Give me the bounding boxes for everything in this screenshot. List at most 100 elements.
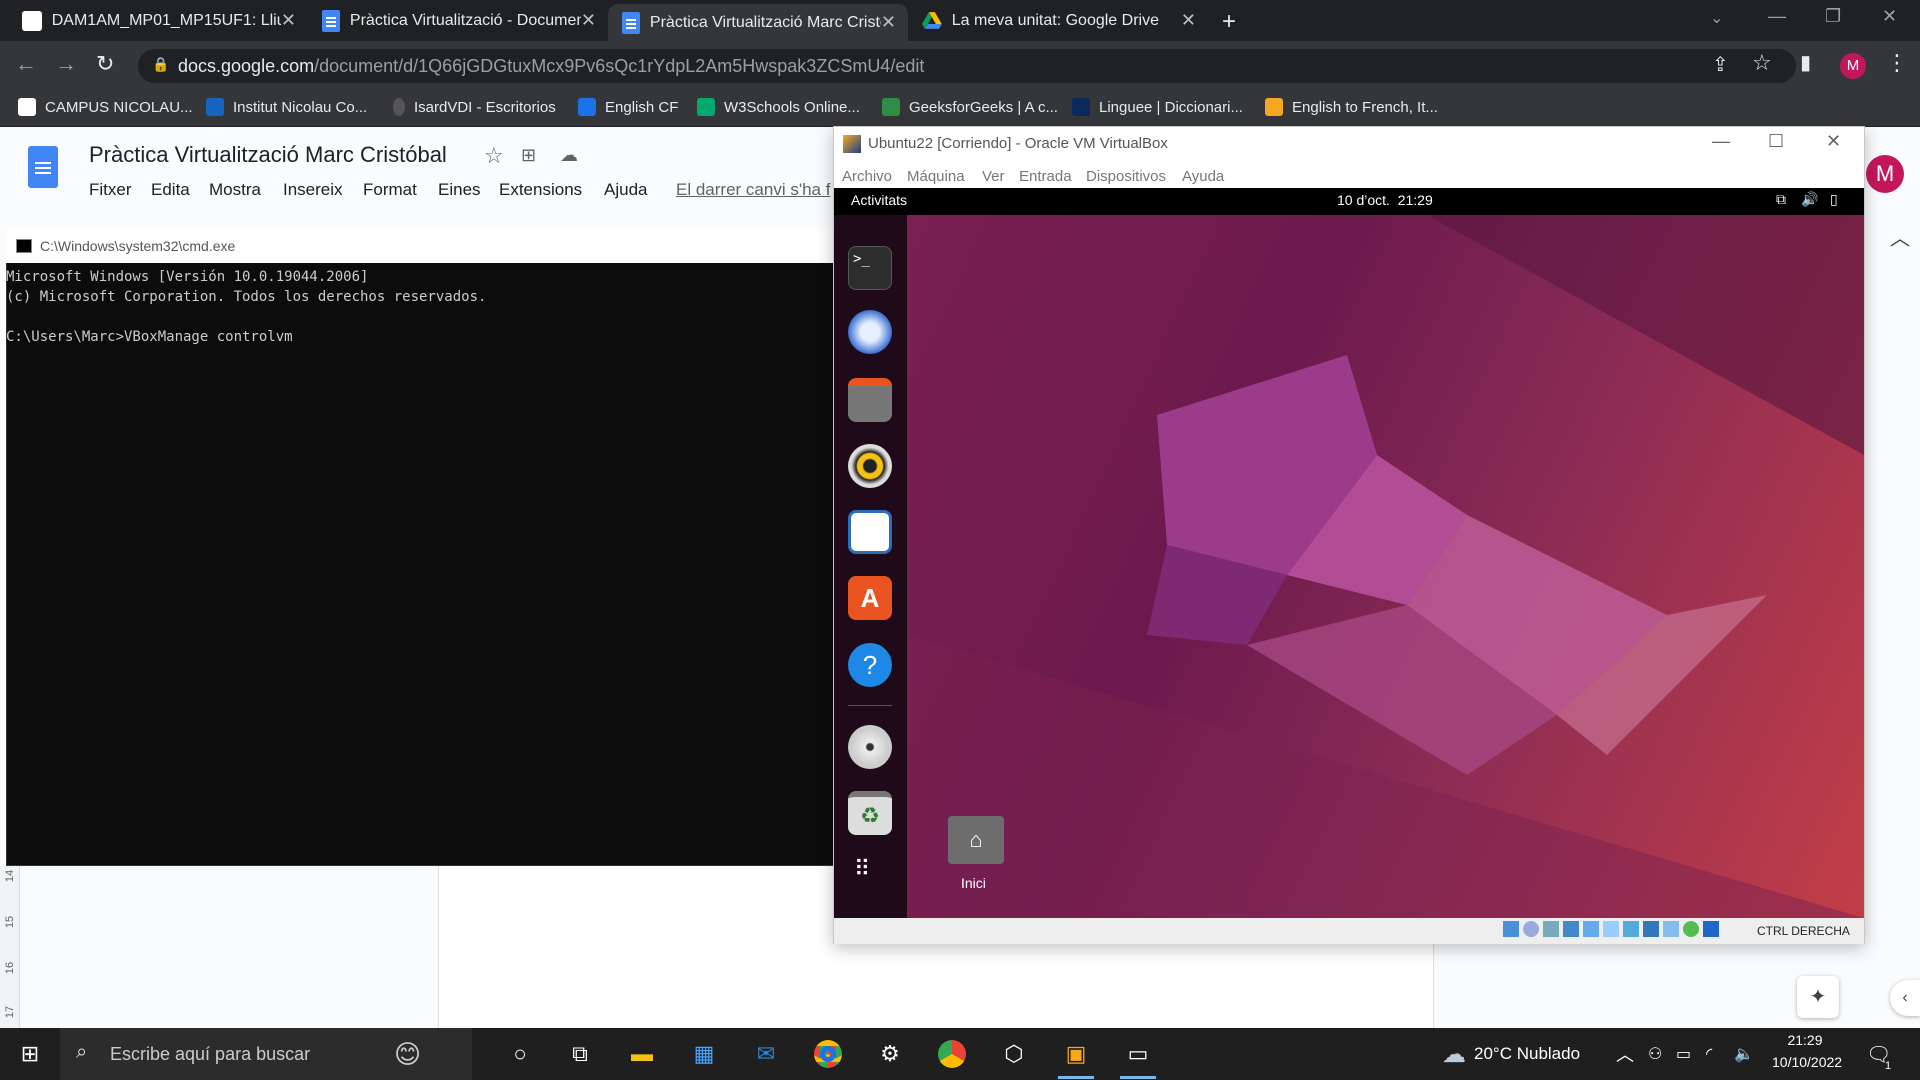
- menu-eines[interactable]: Eines: [438, 180, 481, 200]
- audio-icon[interactable]: [1543, 921, 1559, 937]
- close-icon[interactable]: ✕: [581, 10, 596, 31]
- dvd-drive-icon[interactable]: [848, 725, 892, 769]
- menu-extensions[interactable]: Extensions: [499, 180, 582, 200]
- side-panel-icon[interactable]: ▮: [1800, 50, 1811, 75]
- chrome-profile-icon[interactable]: [934, 1036, 970, 1072]
- network-icon[interactable]: ⧉: [1776, 191, 1786, 208]
- cmd-title-bar[interactable]: C:\Windows\system32\cmd.exe: [6, 229, 834, 263]
- windows-start-icon[interactable]: ⊞: [12, 1036, 48, 1072]
- tab-drive[interactable]: La meva unitat: Google Drive ✕: [908, 0, 1208, 41]
- close-icon[interactable]: ✕: [281, 10, 296, 31]
- activities-button[interactable]: Activitats: [851, 192, 907, 208]
- mail-icon[interactable]: ✉: [748, 1036, 784, 1072]
- profile-avatar[interactable]: M: [1840, 53, 1866, 79]
- side-panel-toggle-icon[interactable]: ‹: [1890, 980, 1920, 1016]
- vbox-menu-ver[interactable]: Ver: [982, 168, 1005, 185]
- move-folder-icon[interactable]: ⊞: [521, 145, 536, 166]
- bookmark-campus[interactable]: CAMPUS NICOLAU...: [18, 89, 193, 125]
- steam-icon[interactable]: ⚙: [872, 1036, 908, 1072]
- close-icon[interactable]: ✕: [881, 12, 896, 33]
- ubuntu-desktop[interactable]: [907, 215, 1864, 918]
- close-icon[interactable]: ✕: [1181, 10, 1196, 31]
- minimize-icon[interactable]: —: [1768, 6, 1786, 27]
- files-icon[interactable]: [848, 378, 892, 422]
- vbox-menu-archivo[interactable]: Archivo: [842, 168, 892, 185]
- guest-additions-icon[interactable]: [1683, 921, 1699, 937]
- bookmark-reverso[interactable]: English to French, It...: [1265, 89, 1438, 125]
- virtualbox-vm-taskbar-icon[interactable]: ▣: [1058, 1036, 1094, 1072]
- volume-icon[interactable]: 🔊: [1801, 191, 1818, 208]
- tab-search-icon[interactable]: ⌄: [1710, 8, 1723, 28]
- menu-edita[interactable]: Edita: [151, 180, 190, 200]
- collapse-icon[interactable]: ︿: [1890, 222, 1910, 251]
- vbox-device-icons[interactable]: [1503, 921, 1719, 937]
- last-edit-link[interactable]: El darrer canvi s'ha f: [676, 180, 832, 200]
- restore-icon[interactable]: ❐: [1825, 6, 1841, 27]
- vbox-close-icon[interactable]: ✕: [1826, 131, 1841, 152]
- battery-tray-icon[interactable]: ▭: [1676, 1028, 1691, 1080]
- address-bar[interactable]: 🔒 docs.google.com/document/d/1Q66jGDGtux…: [138, 49, 1796, 83]
- cpu-icon[interactable]: [1663, 921, 1679, 937]
- docs-account-avatar[interactable]: M: [1866, 155, 1904, 193]
- document-title[interactable]: Pràctica Virtualització Marc Cristóbal: [89, 142, 447, 168]
- show-apps-icon[interactable]: ⠿: [854, 858, 872, 880]
- close-window-icon[interactable]: ✕: [1882, 6, 1897, 27]
- chrome-menu-icon[interactable]: ⋮: [1886, 50, 1908, 76]
- vbox-maximize-icon[interactable]: ☐: [1768, 131, 1784, 152]
- virtualbox-taskbar-icon[interactable]: ⬡: [996, 1036, 1032, 1072]
- cmd-taskbar-icon[interactable]: ▭: [1120, 1036, 1156, 1072]
- usb-icon[interactable]: [1583, 921, 1599, 937]
- taskbar-clock[interactable]: 21:29 10/10/2022: [1772, 1032, 1842, 1070]
- thunderbird-icon[interactable]: [848, 310, 892, 354]
- bookmark-isardvdi[interactable]: IsardVDI - Escritorios: [393, 89, 556, 125]
- menu-mostra[interactable]: Mostra: [209, 180, 261, 200]
- vbox-minimize-icon[interactable]: —: [1712, 131, 1730, 152]
- cortana-icon[interactable]: ○: [502, 1036, 538, 1072]
- vbox-menu-entrada[interactable]: Entrada: [1019, 168, 1072, 185]
- explore-icon[interactable]: ✦: [1797, 976, 1839, 1018]
- volume-tray-icon[interactable]: 🔈: [1734, 1028, 1754, 1080]
- gnome-clock[interactable]: 10 d’oct. 21:29: [1337, 192, 1433, 208]
- app-center-icon[interactable]: A: [848, 576, 892, 620]
- mouse-integration-icon[interactable]: [1703, 921, 1719, 937]
- tab-moodle[interactable]: DAM1AM_MP01_MP15UF1: Lliur ✕: [8, 0, 308, 41]
- rhythmbox-icon[interactable]: [848, 444, 892, 488]
- vbox-menu-ayuda[interactable]: Ayuda: [1182, 168, 1224, 185]
- vbox-menu-dispositivos[interactable]: Dispositivos: [1086, 168, 1166, 185]
- network-adapter-icon[interactable]: [1563, 921, 1579, 937]
- menu-insereix[interactable]: Insereix: [283, 180, 343, 200]
- menu-ajuda[interactable]: Ajuda: [604, 180, 647, 200]
- menu-format[interactable]: Format: [363, 180, 417, 200]
- shared-folders-icon[interactable]: [1603, 921, 1619, 937]
- forward-icon[interactable]: →: [55, 51, 77, 77]
- chrome-icon[interactable]: [810, 1036, 846, 1072]
- help-icon[interactable]: ?: [848, 643, 892, 687]
- recording-icon[interactable]: [1643, 921, 1659, 937]
- optical-icon[interactable]: [1523, 921, 1539, 937]
- microsoft-store-icon[interactable]: ▦: [686, 1036, 722, 1072]
- task-view-icon[interactable]: ⧉: [562, 1036, 598, 1072]
- taskbar-search-box[interactable]: ⌕ Escribe aquí para buscar 😊: [60, 1028, 472, 1080]
- wifi-icon[interactable]: ◜: [1706, 1028, 1712, 1080]
- back-icon[interactable]: ←: [15, 51, 37, 77]
- bookmark-star-icon[interactable]: ☆: [1752, 50, 1772, 76]
- bookmark-english-cf[interactable]: English CF: [578, 89, 678, 125]
- vbox-menu-maquina[interactable]: Máquina: [907, 168, 965, 185]
- terminal-icon[interactable]: >_: [848, 246, 892, 290]
- menu-fitxer[interactable]: Fitxer: [89, 180, 132, 200]
- share-icon[interactable]: ⇪: [1712, 52, 1729, 77]
- hdd-icon[interactable]: [1503, 921, 1519, 937]
- new-tab-button[interactable]: +: [1222, 8, 1236, 36]
- notifications-icon[interactable]: 🗨: [1866, 1028, 1891, 1080]
- display-icon[interactable]: [1623, 921, 1639, 937]
- star-icon[interactable]: ☆: [484, 143, 504, 169]
- home-folder-icon[interactable]: ⌂: [948, 816, 1004, 864]
- battery-icon[interactable]: ▯: [1830, 191, 1838, 208]
- tray-chevron-icon[interactable]: ︿: [1616, 1028, 1634, 1080]
- bookmark-linguee[interactable]: Linguee | Diccionari...: [1072, 89, 1243, 125]
- bookmark-institut[interactable]: Institut Nicolau Co...: [206, 89, 367, 125]
- trash-icon[interactable]: ♻: [848, 791, 892, 835]
- tab-practica-doc[interactable]: Pràctica Virtualització - Documen ✕: [308, 0, 608, 41]
- tray-app-icon[interactable]: ⚇: [1648, 1028, 1662, 1080]
- bookmark-w3schools[interactable]: W3Schools Online...: [697, 89, 860, 125]
